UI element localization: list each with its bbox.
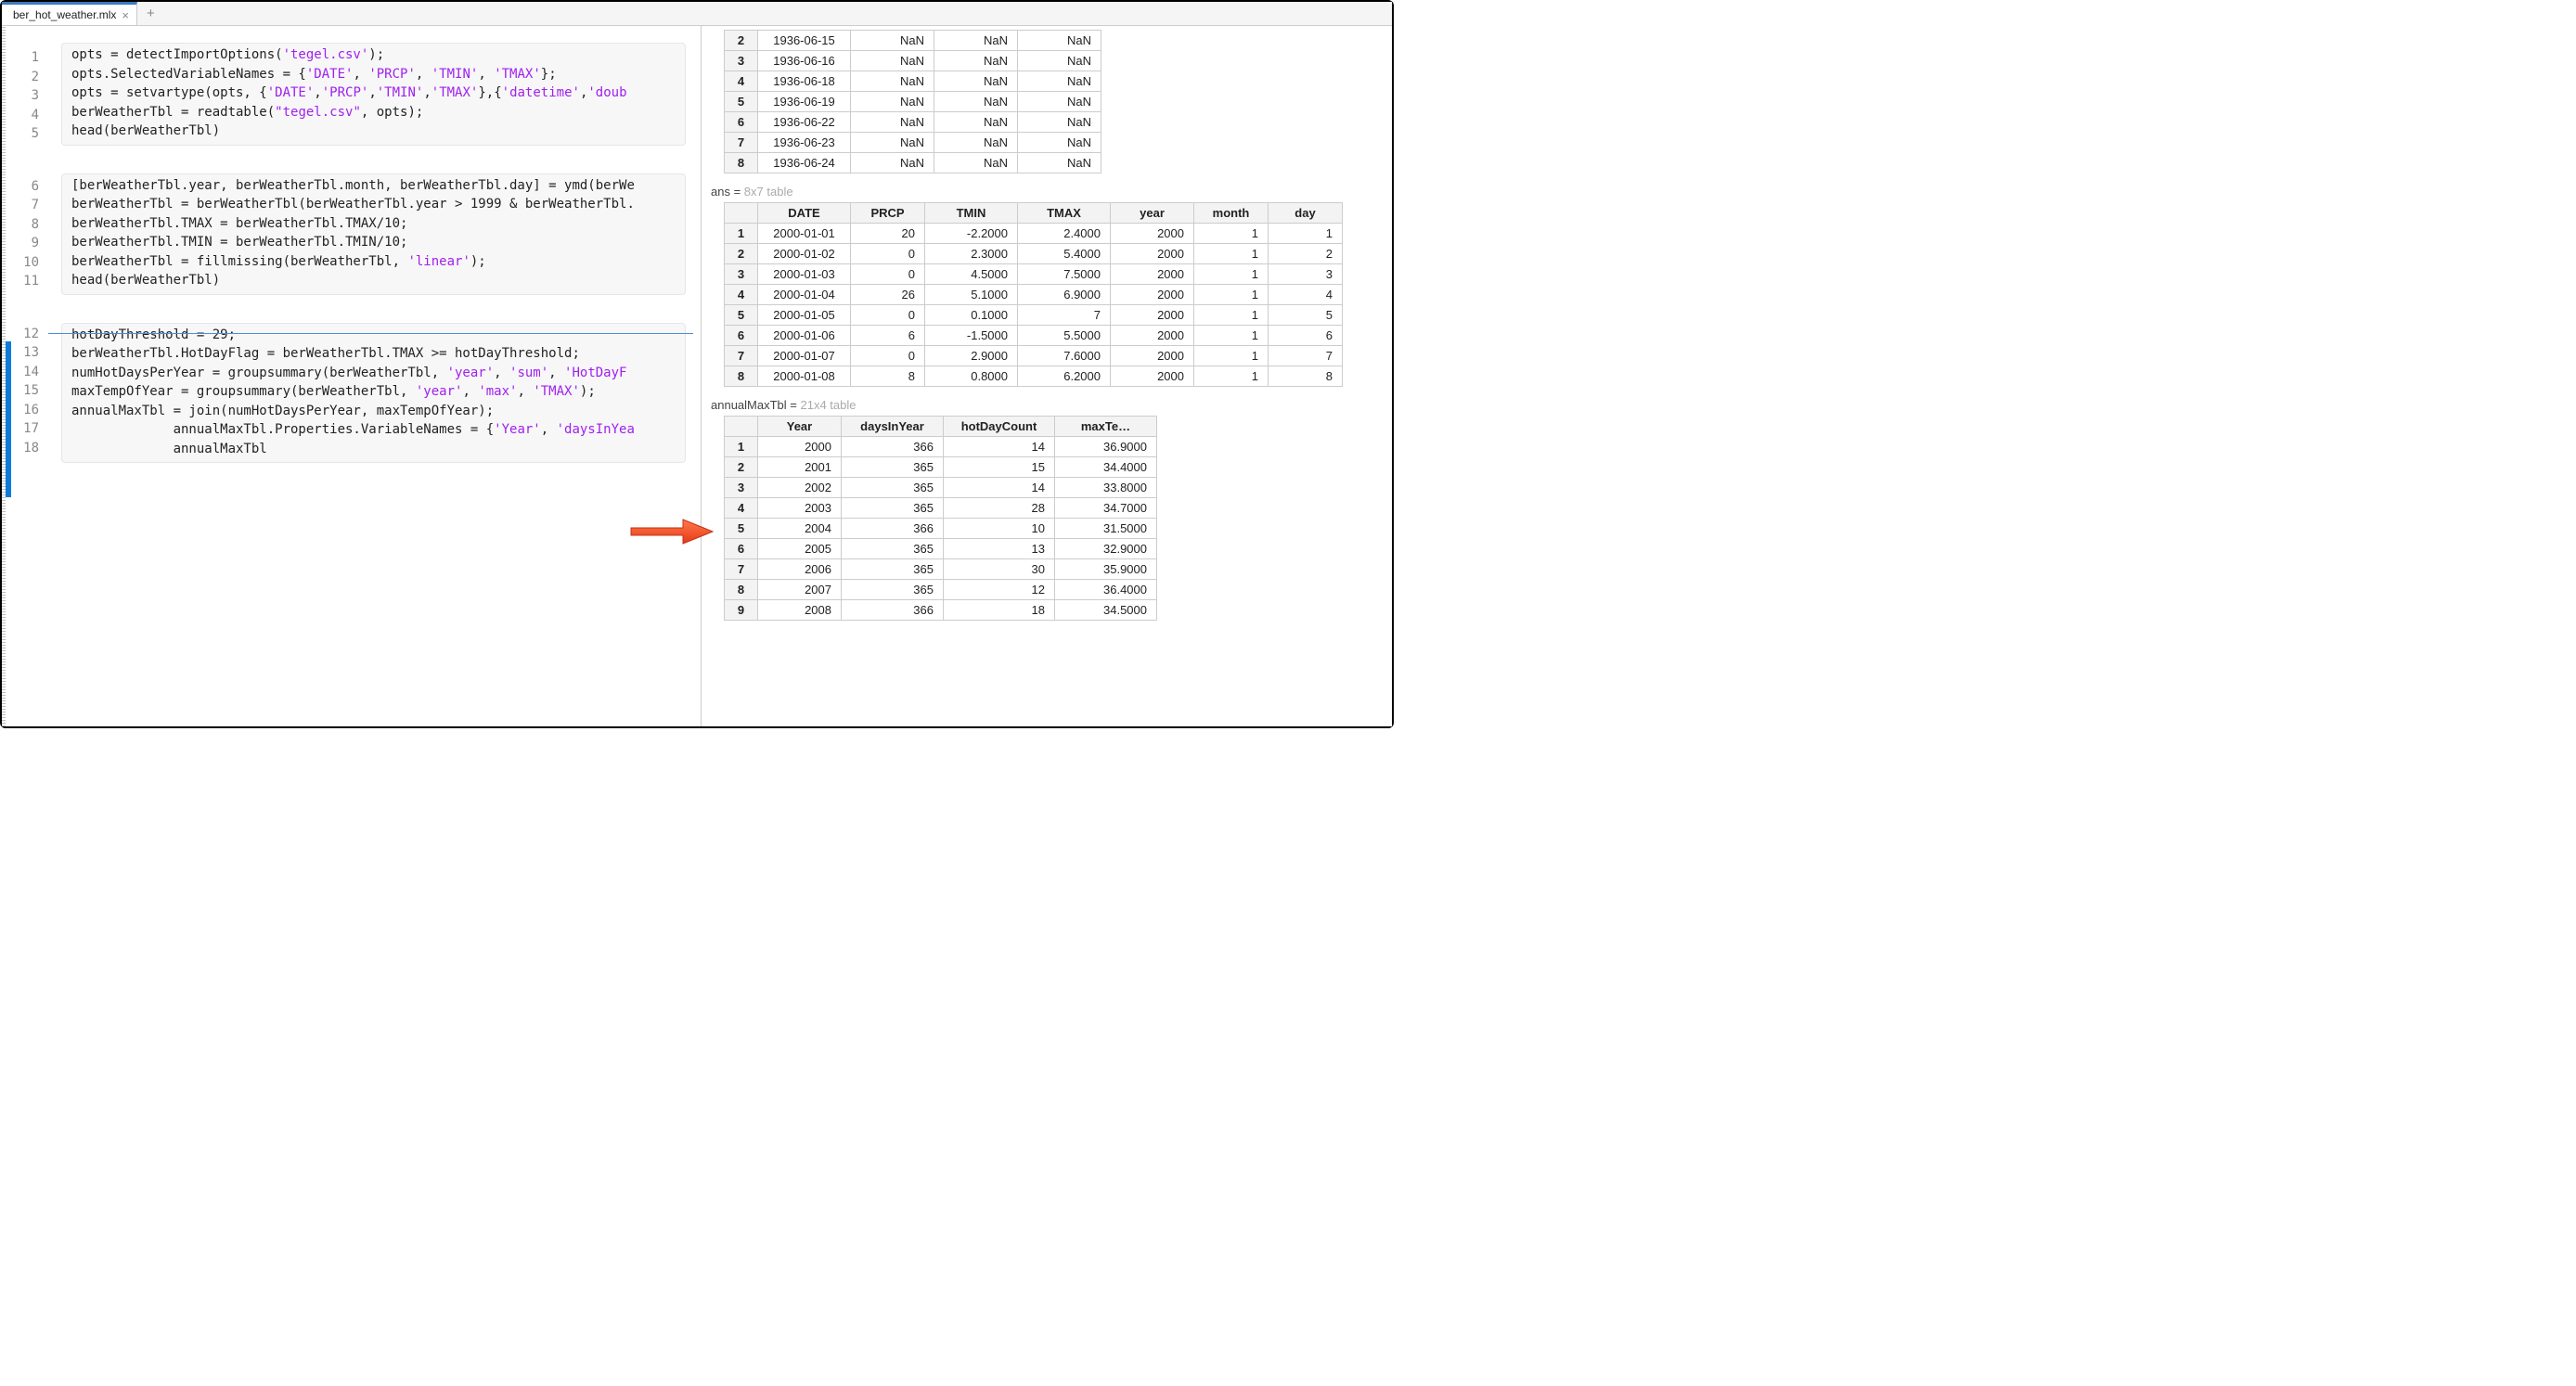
add-tab-button[interactable]: +	[137, 6, 164, 21]
tab-title: ber_hot_weather.mlx	[13, 8, 116, 21]
output-pane: 21936-06-15NaNNaNNaN31936-06-16NaNNaNNaN…	[702, 26, 1392, 726]
var-name: ans	[711, 185, 730, 199]
gutter: 123456789101112131415161718	[2, 26, 46, 726]
var-dim: 21x4 table	[800, 398, 856, 412]
var-label: annualMaxTbl = 21x4 table	[711, 398, 1392, 412]
var-name: annualMaxTbl	[711, 398, 787, 412]
tab-bar: ber_hot_weather.mlx × +	[2, 2, 1392, 26]
output-table[interactable]: 21936-06-15NaNNaNNaN31936-06-16NaNNaNNaN…	[724, 30, 1101, 173]
output-table[interactable]: DATEPRCPTMINTMAXyearmonthday12000-01-012…	[724, 202, 1343, 387]
editor-pane: 123456789101112131415161718 opts = detec…	[2, 26, 702, 726]
cell-separator	[48, 333, 693, 334]
code-cell[interactable]: [berWeatherTbl.year, berWeatherTbl.month…	[61, 173, 686, 295]
tab-file[interactable]: ber_hot_weather.mlx ×	[2, 2, 137, 25]
code-cell[interactable]: opts = detectImportOptions('tegel.csv');…	[61, 43, 686, 146]
code-area[interactable]: opts = detectImportOptions('tegel.csv');…	[46, 26, 701, 507]
main-split: 123456789101112131415161718 opts = detec…	[2, 26, 1392, 726]
var-dim: 8x7 table	[744, 185, 793, 199]
code-cell[interactable]: hotDayThreshold = 29; berWeatherTbl.HotD…	[61, 323, 686, 464]
output-table[interactable]: YeardaysInYearhotDayCountmaxTe…120003661…	[724, 416, 1157, 621]
var-label: ans = 8x7 table	[711, 185, 1392, 199]
close-icon[interactable]: ×	[122, 8, 129, 22]
line-numbers: 123456789101112131415161718	[6, 26, 46, 726]
